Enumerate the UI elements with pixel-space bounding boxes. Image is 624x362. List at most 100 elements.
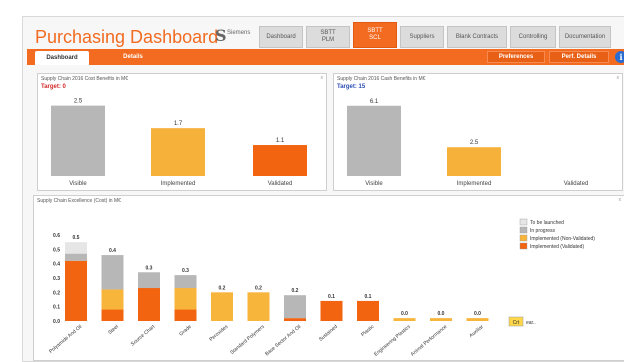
cash-benefits-chart: 6.1 Visible 2.5 Implemented Validated: [347, 99, 589, 187]
x-category-label: Grade: [178, 324, 193, 338]
tab-sbtt-plm-label: SBTT PLM: [320, 30, 336, 43]
x-category-label: Base Sector And Oil: [264, 324, 302, 357]
page-title: Purchasing Dashboard: [35, 27, 219, 47]
tab-sbtt-scl[interactable]: SBTT SCL: [353, 22, 397, 48]
x-category-label: Plastic: [360, 324, 376, 338]
legend-label: Implemented (Non-Validated): [530, 236, 595, 242]
tab-sbtt-scl-label: SBTT SCL: [367, 28, 383, 41]
y-tick-label: 0.0: [53, 319, 60, 325]
cash-value-label: 2.5: [470, 140, 479, 146]
stacked-bar-segment: [138, 288, 160, 321]
stacked-bar-segment: [101, 309, 124, 321]
y-tick-label: 0.2: [53, 290, 60, 296]
legend-swatch: [519, 234, 528, 242]
cash-bar: [347, 105, 401, 176]
cash-benefits-panel: Supply Chain 2016 Cash Benefits in M€ x …: [333, 73, 623, 191]
info-icon[interactable]: i: [615, 51, 624, 63]
stacked-bar-segment: [174, 288, 197, 310]
y-tick-label: 0.4: [53, 262, 60, 268]
legend-label: In progress: [530, 228, 556, 234]
x-category-label: Engineering Plastics: [373, 324, 412, 358]
company-logo: S Siemens: [215, 26, 259, 46]
stacked-bar-segment: [65, 253, 87, 261]
total-value-label: 0.3: [182, 268, 189, 274]
total-value-label: 0.2: [219, 285, 226, 291]
total-value-label: 0.4: [109, 248, 116, 254]
total-value-label: 0.5: [73, 235, 80, 241]
stacked-bar-segment: [101, 255, 124, 290]
y-tick-label: 0.1: [53, 305, 60, 311]
close-icon[interactable]: x: [617, 75, 620, 81]
cash-category-label: Implemented: [457, 181, 492, 187]
tab-sbtt-plm[interactable]: SBTT PLM: [306, 26, 350, 48]
stacked-bar-segment: [430, 318, 452, 321]
x-category-label: Steel: [107, 324, 120, 336]
total-value-label: 0.0: [401, 311, 408, 317]
legend-label: To be launched: [530, 220, 564, 226]
total-value-label: 0.3: [146, 265, 153, 271]
x-category-label: Polyamide And Oil: [48, 324, 83, 355]
cash-category-label: Validated: [564, 181, 589, 187]
stacked-bar-segment: [284, 295, 306, 319]
cost-bar: [151, 128, 205, 176]
x-category-label: Animal Performance: [410, 324, 449, 358]
close-icon[interactable]: x: [321, 75, 324, 81]
stacked-bar-segment: [247, 292, 270, 321]
tab-dashboard[interactable]: Dashboard: [259, 26, 303, 48]
dashboard-frame: Purchasing Dashboard S Siemens Dashboard…: [22, 16, 624, 362]
legend-swatch: [519, 226, 528, 234]
logo-mark: S: [215, 26, 227, 45]
cost-value-label: 1.7: [174, 121, 183, 127]
x-category-label: Auxiliar: [468, 324, 485, 339]
stacked-bar-segment: [393, 318, 416, 321]
total-value-label: 0.2: [292, 288, 299, 294]
legend-swatch: [519, 218, 528, 226]
cost-bar: [51, 105, 105, 176]
stacked-bar-segment: [284, 318, 306, 321]
y-tick-label: 0.6: [53, 233, 60, 239]
excellence-title: Supply Chain Excellence (Cost) in M€: [37, 198, 121, 204]
stacked-bar-segment: [138, 272, 160, 289]
total-value-label: 0.2: [255, 285, 262, 291]
cost-category-label: Visible: [69, 181, 87, 187]
total-value-label: 0.0: [438, 311, 445, 317]
tab-controlling[interactable]: Controlling: [510, 26, 556, 48]
cash-value-label: 6.1: [370, 99, 379, 105]
stacked-bar-segment: [466, 318, 489, 321]
excellence-panel: Supply Chain Excellence (Cost) in M€ x 0…: [33, 195, 624, 361]
stacked-bar-segment: [320, 300, 343, 321]
total-value-label: 0.1: [365, 294, 372, 300]
x-category-label: Sustained: [318, 324, 339, 343]
close-icon[interactable]: x: [619, 197, 622, 203]
tab-documentation[interactable]: Documentation: [559, 26, 611, 48]
excellence-chart: 0.0 0.1 0.2 0.3 0.4 0.5 0.6 0.5 Polyamide And Oi…: [48, 218, 595, 358]
cost-category-label: Validated: [268, 181, 293, 187]
x-category-label: Standard Polymers: [229, 324, 266, 356]
tab-suppliers[interactable]: Suppliers: [400, 26, 444, 48]
preferences-button[interactable]: Preferences: [487, 51, 545, 63]
zoom-text: ear..: [526, 320, 536, 326]
zoom-button-label: Crt: [513, 320, 520, 326]
cost-benefits-title: Supply Chain 2016 Cost Benefits in M€: [41, 76, 128, 82]
legend-label: Implemented (Validated): [530, 244, 584, 250]
stacked-bar-segment: [101, 289, 124, 310]
cost-benefits-panel: Supply Chain 2016 Cost Benefits in M€ x …: [37, 73, 327, 191]
cash-benefits-title: Supply Chain 2016 Cash Benefits in M€: [337, 76, 426, 82]
cash-bar: [447, 147, 501, 176]
tab-blank-contracts[interactable]: Blank Contracts: [447, 26, 507, 48]
subtab-details[interactable]: Details: [115, 51, 151, 63]
stacked-bar-segment: [174, 309, 197, 321]
y-tick-label: 0.3: [53, 276, 60, 282]
stacked-bar-segment: [357, 300, 379, 321]
x-category-label: Peroxides: [208, 324, 229, 343]
total-value-label: 0.0: [474, 311, 481, 317]
cost-category-label: Implemented: [161, 181, 196, 187]
perf-details-button[interactable]: Perf. Details: [549, 51, 609, 63]
x-category-label: Source Chart: [130, 324, 157, 348]
y-tick-label: 0.5: [53, 247, 60, 253]
stacked-bar-segment: [65, 260, 87, 321]
total-value-label: 0.1: [328, 294, 335, 300]
subtab-dashboard[interactable]: Dashboard: [35, 51, 89, 65]
cost-bar: [253, 145, 307, 176]
legend-swatch: [519, 242, 528, 250]
